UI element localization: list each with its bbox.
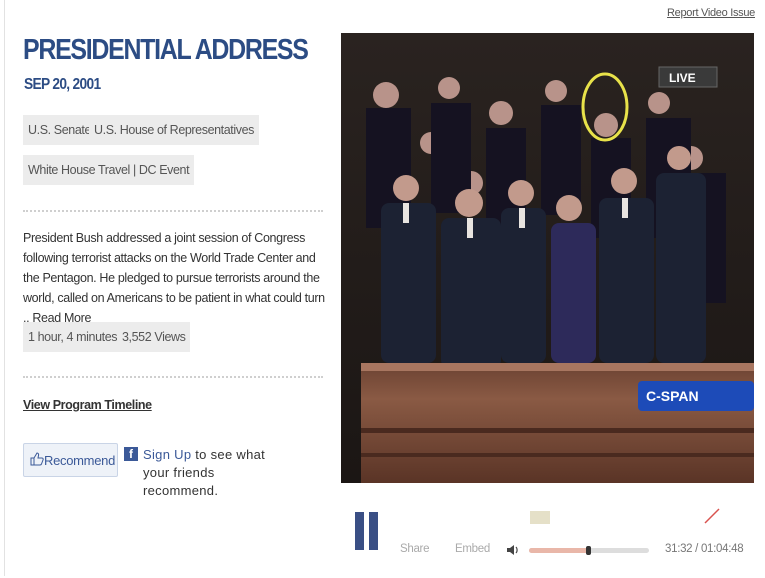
sign-up-link[interactable]: Sign Up bbox=[143, 447, 191, 462]
share-button[interactable]: Share bbox=[400, 543, 429, 555]
seek-progress bbox=[529, 548, 588, 553]
tag-white-house-travel[interactable]: White House Travel | DC Event bbox=[23, 155, 195, 185]
report-video-issue-link[interactable]: Report Video Issue bbox=[667, 7, 755, 19]
live-badge: LIVE bbox=[669, 71, 696, 85]
video-frame-image: LIVE C-SPAN bbox=[341, 33, 754, 483]
pause-icon-bar bbox=[369, 512, 378, 550]
divider bbox=[23, 376, 323, 378]
buffer-indicator bbox=[530, 511, 550, 524]
recommend-label: Recommend bbox=[44, 452, 115, 468]
tag-us-senate[interactable]: U.S. Senate bbox=[23, 115, 97, 145]
program-title: PRESIDENTIAL ADDRESS bbox=[23, 34, 309, 66]
video-player[interactable]: LIVE C-SPAN bbox=[341, 33, 754, 483]
program-description: President Bush addressed a joint session… bbox=[23, 228, 328, 328]
duration-badge: 1 hour, 4 minutes bbox=[23, 322, 123, 352]
pause-icon-bar bbox=[355, 512, 364, 550]
pause-button[interactable] bbox=[355, 512, 381, 550]
program-date: SEP 20, 2001 bbox=[24, 76, 101, 93]
tag-us-house[interactable]: U.S. House of Representatives bbox=[89, 115, 260, 145]
seek-bar[interactable] bbox=[529, 546, 649, 555]
player-controls: Share Embed 31:32 / 01:04:48 bbox=[340, 500, 760, 570]
thumbs-up-icon bbox=[30, 451, 44, 469]
cspan-logo: C-SPAN bbox=[646, 388, 699, 404]
views-badge: 3,552 Views bbox=[117, 322, 191, 352]
facebook-icon: f bbox=[124, 447, 138, 461]
speaker-icon[interactable] bbox=[506, 543, 520, 559]
embed-button[interactable]: Embed bbox=[455, 543, 490, 555]
facebook-signup: f Sign Up to see what your friends recom… bbox=[124, 446, 293, 500]
view-program-timeline-link[interactable]: View Program Timeline bbox=[23, 398, 152, 412]
divider bbox=[23, 210, 323, 212]
timecode: 31:32 / 01:04:48 bbox=[665, 543, 744, 555]
recommend-button[interactable]: Recommend bbox=[23, 443, 118, 477]
fullscreen-icon[interactable] bbox=[703, 507, 721, 530]
seek-handle[interactable] bbox=[585, 546, 591, 555]
